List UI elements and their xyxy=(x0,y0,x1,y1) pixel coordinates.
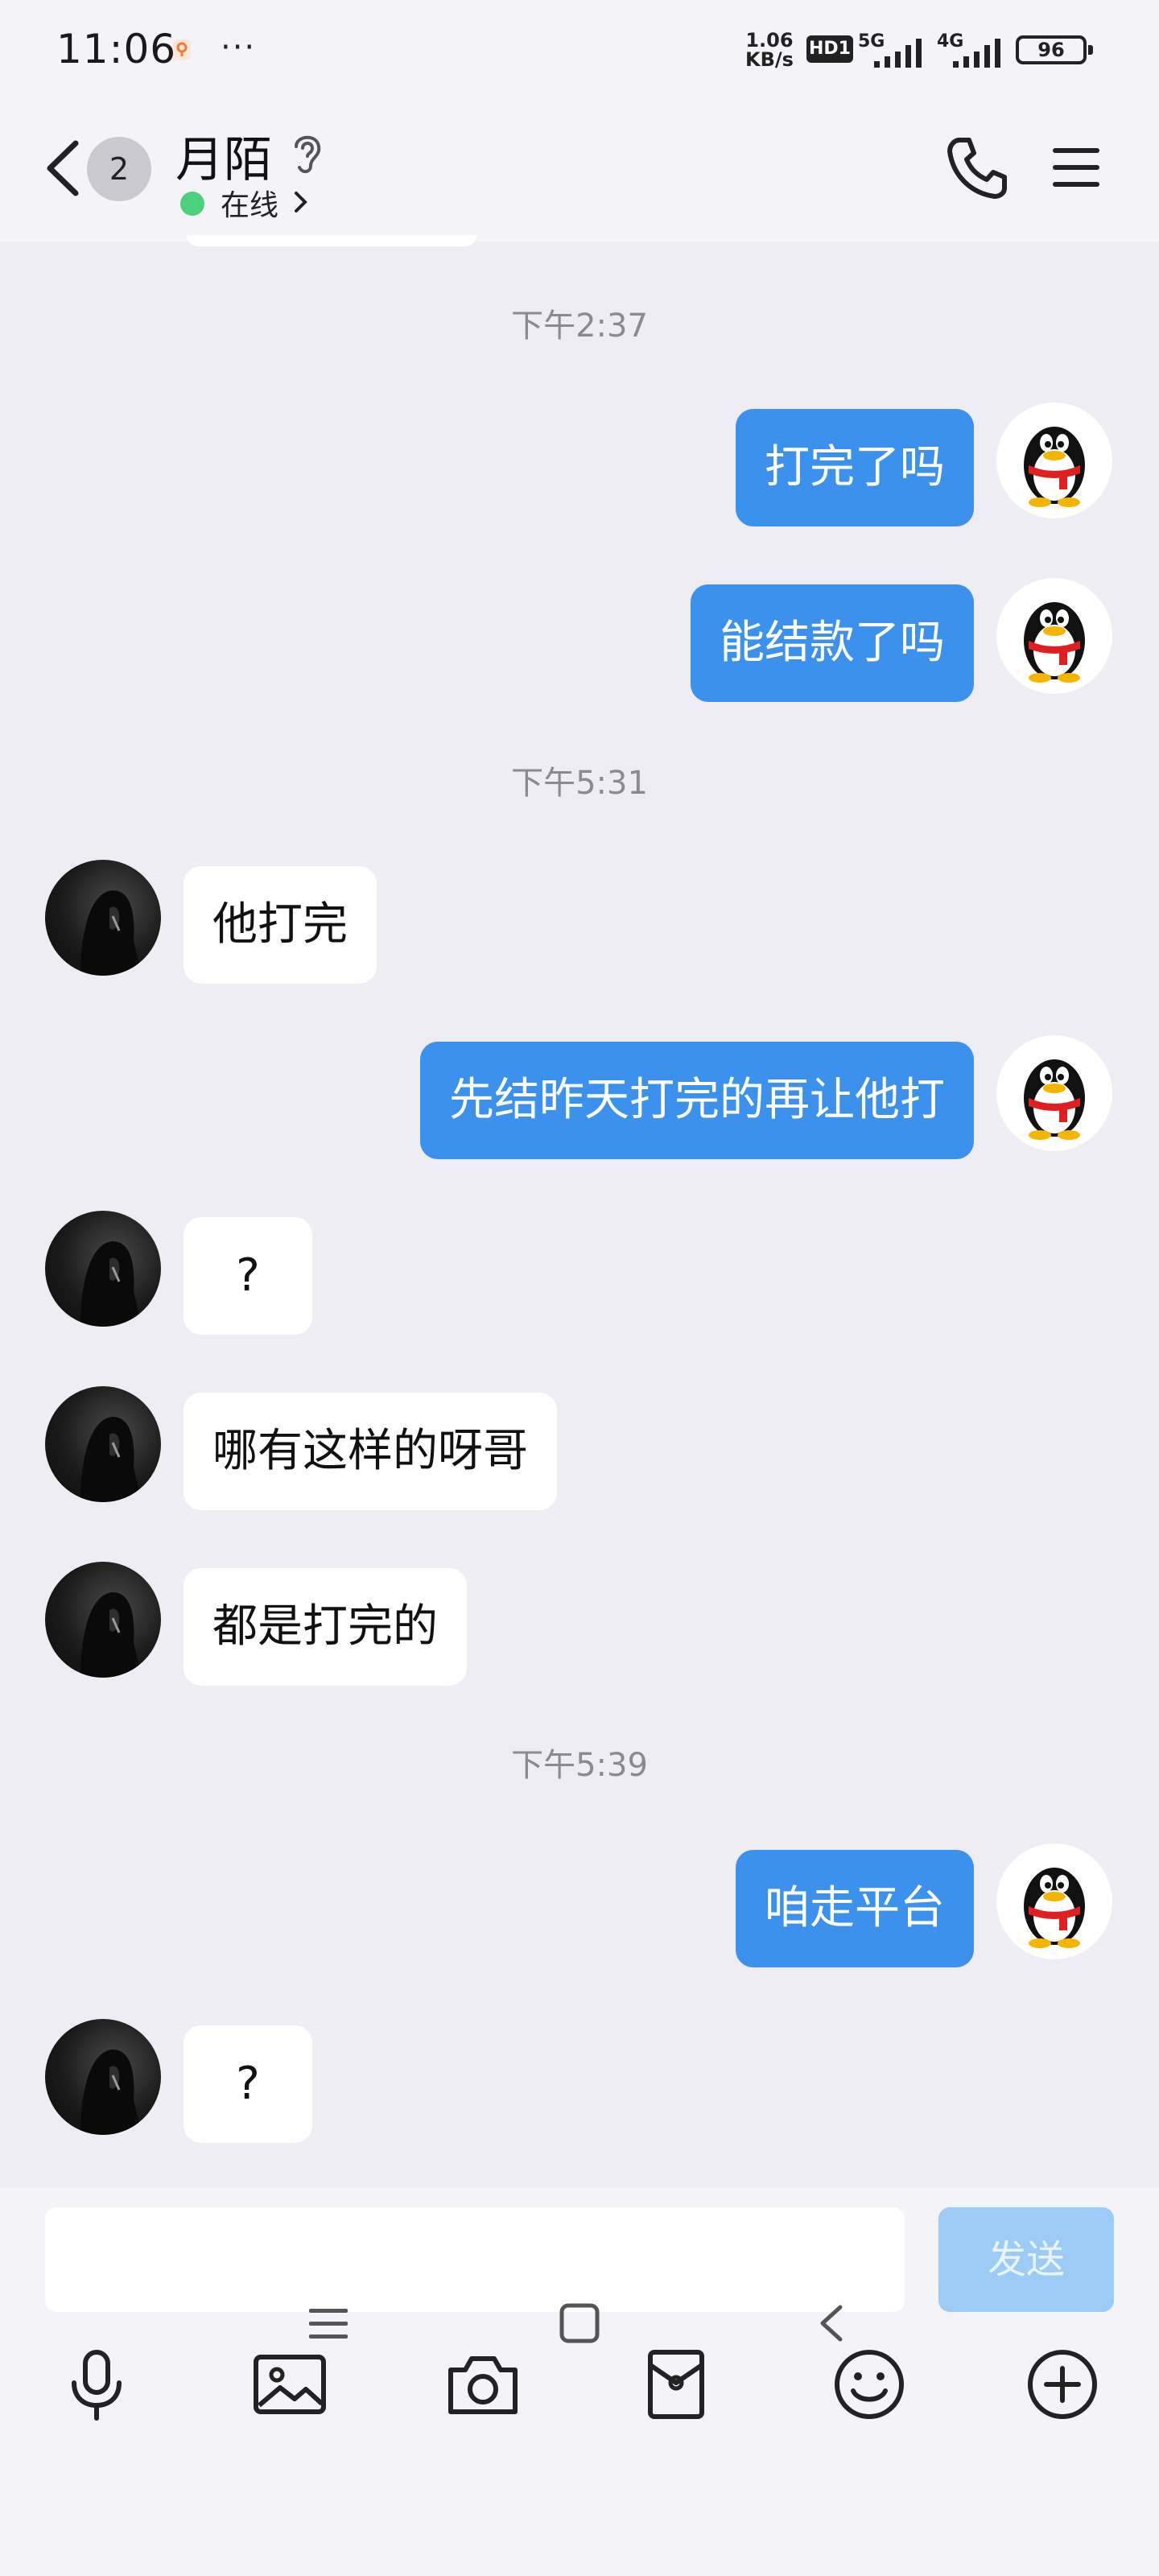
home-nav-icon[interactable] xyxy=(559,2302,600,2344)
my-avatar[interactable] xyxy=(996,1035,1112,1151)
my-avatar[interactable] xyxy=(996,1843,1112,1959)
red-packet-icon[interactable] xyxy=(637,2346,715,2423)
message-bubble-sent[interactable]: 先结昨天打完的再让他打 xyxy=(420,1042,974,1159)
battery-indicator: 96 xyxy=(1016,35,1093,64)
status-more-dots: ··· xyxy=(221,29,257,66)
online-status-text[interactable]: 在线 xyxy=(221,182,278,224)
svg-text:5G: 5G xyxy=(858,31,885,52)
unread-count-badge[interactable]: 2 xyxy=(87,137,151,201)
back-arrow-icon[interactable] xyxy=(35,132,92,204)
hooded-figure-avatar-icon xyxy=(80,1417,142,1502)
ear-mode-icon[interactable] xyxy=(288,130,325,175)
hooded-figure-avatar-icon xyxy=(80,1241,142,1327)
signal-5g-icon: 5G xyxy=(858,31,922,68)
message-bubble-received[interactable]: 哪有这样的呀哥 xyxy=(184,1393,557,1510)
penguin-avatar-icon xyxy=(1024,1868,1085,1948)
penguin-avatar-icon xyxy=(1024,602,1085,683)
message-input[interactable] xyxy=(45,2207,905,2312)
hd-badge: HD1 xyxy=(806,35,853,63)
online-status-dot xyxy=(180,192,204,216)
chat-header: 2 月陌 在线 xyxy=(0,100,1159,242)
status-bar: 11:06 ··· 1.06 KB/s HD1 5G 4G 96 xyxy=(0,0,1159,100)
menu-icon[interactable] xyxy=(1051,143,1101,192)
message-bubble-received[interactable]: ? xyxy=(184,2025,312,2143)
chevron-right-icon[interactable] xyxy=(293,188,309,216)
send-button[interactable]: 发送 xyxy=(938,2207,1114,2312)
status-time: 11:06 xyxy=(56,26,177,72)
contact-avatar[interactable] xyxy=(45,860,161,976)
hooded-figure-avatar-icon xyxy=(80,1592,142,1678)
svg-text:4G: 4G xyxy=(937,31,963,52)
input-panel: 发送 xyxy=(0,2188,1159,2576)
microphone-icon[interactable] xyxy=(58,2346,135,2423)
timestamp: 下午5:31 xyxy=(511,765,648,802)
camera-icon[interactable] xyxy=(444,2346,522,2423)
emoji-icon[interactable] xyxy=(831,2346,908,2423)
contact-avatar[interactable] xyxy=(45,1211,161,1327)
timestamp: 下午5:39 xyxy=(511,1747,648,1784)
hooded-figure-avatar-icon xyxy=(80,890,142,976)
timestamp: 下午2:37 xyxy=(511,308,648,345)
contact-avatar[interactable] xyxy=(45,2019,161,2135)
my-avatar[interactable] xyxy=(996,578,1112,694)
contact-name[interactable]: 月陌 xyxy=(175,121,272,191)
signal-4g-icon: 4G xyxy=(937,31,1000,68)
plus-icon[interactable] xyxy=(1024,2346,1101,2423)
my-avatar[interactable] xyxy=(996,402,1112,518)
contact-avatar[interactable] xyxy=(45,1386,161,1502)
partial-message-bubble xyxy=(187,235,476,246)
network-speed: 1.06 KB/s xyxy=(745,29,794,71)
back-nav-icon[interactable] xyxy=(811,2302,853,2344)
image-icon[interactable] xyxy=(251,2346,328,2423)
message-bubble-received[interactable]: 都是打完的 xyxy=(184,1568,467,1686)
message-bubble-received[interactable]: ? xyxy=(184,1217,312,1335)
menu-nav-icon[interactable] xyxy=(307,2302,349,2344)
location-icon xyxy=(173,39,191,60)
phone-call-icon[interactable] xyxy=(947,135,1008,200)
penguin-avatar-icon xyxy=(1024,427,1085,507)
message-bubble-sent[interactable]: 能结款了吗 xyxy=(691,584,974,702)
hooded-figure-avatar-icon xyxy=(80,2050,142,2135)
message-bubble-received[interactable]: 他打完 xyxy=(184,866,377,984)
message-bubble-sent[interactable]: 打完了吗 xyxy=(736,409,974,526)
contact-avatar[interactable] xyxy=(45,1562,161,1678)
penguin-avatar-icon xyxy=(1024,1059,1085,1140)
message-bubble-sent[interactable]: 咱走平台 xyxy=(736,1850,974,1967)
